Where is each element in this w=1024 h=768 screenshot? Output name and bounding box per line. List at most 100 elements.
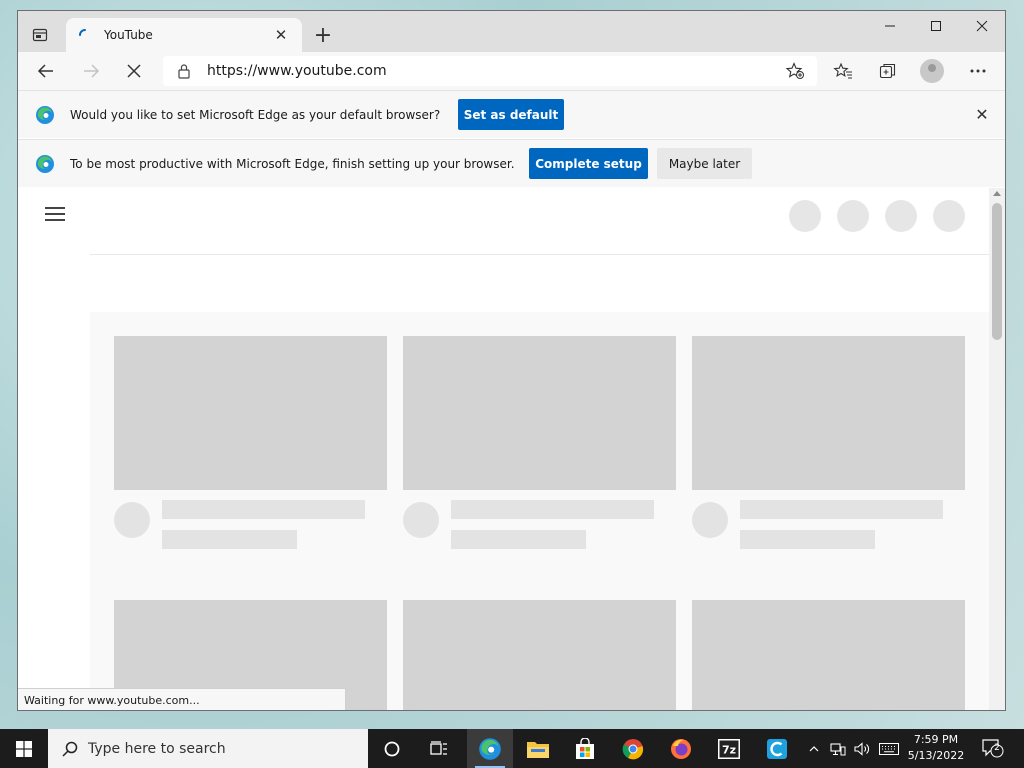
taskbar-search-box[interactable]: Type here to search (48, 729, 368, 768)
address-bar[interactable] (163, 56, 817, 86)
edge-browser-window: YouTube ✕ + https://www.youtube.com Woul… (17, 10, 1006, 711)
volume-button[interactable] (851, 729, 873, 768)
channel-avatar-placeholder (403, 502, 439, 538)
meta-line-placeholder (162, 530, 297, 549)
title-line-placeholder (740, 500, 943, 519)
infobar-close-icon[interactable]: ✕ (972, 105, 992, 125)
youtube-page (18, 188, 989, 710)
video-thumbnail-placeholder (403, 336, 676, 490)
more-dots-icon (970, 69, 986, 73)
minimize-button[interactable] (867, 11, 913, 41)
7zip-icon: 7z (718, 738, 740, 759)
maybe-later-button[interactable]: Maybe later (657, 148, 752, 179)
video-thumbnail-placeholder (114, 336, 387, 490)
video-grid (90, 312, 989, 710)
clock-time: 7:59 PM (913, 733, 959, 746)
clock-date: 5/13/2022 (907, 749, 965, 762)
minimize-icon (885, 25, 895, 27)
show-hidden-icons-button[interactable] (804, 729, 824, 768)
taskbar-7zip[interactable]: 7z (706, 729, 752, 768)
header-placeholder-circle (837, 200, 869, 232)
chrome-icon (622, 738, 644, 759)
youtube-header (18, 188, 989, 244)
search-placeholder: Type here to search (88, 740, 226, 757)
taskbar-ccleaner[interactable] (754, 729, 800, 768)
close-window-button[interactable] (959, 11, 1005, 41)
maximize-button[interactable] (913, 11, 959, 41)
chip-bar-placeholder (90, 254, 989, 313)
tab-title: YouTube (104, 28, 153, 42)
edge-logo-icon (36, 154, 54, 173)
title-bar: YouTube ✕ + (18, 11, 1005, 52)
taskbar-clock[interactable]: 7:59 PM 5/13/2022 (904, 732, 968, 764)
scroll-up-icon[interactable] (993, 191, 1001, 196)
video-thumbnail-placeholder (692, 600, 965, 710)
back-arrow-icon (37, 64, 53, 78)
status-bar: Waiting for www.youtube.com... (18, 688, 346, 710)
edge-icon (479, 737, 501, 760)
meta-line-placeholder (451, 530, 586, 549)
lock-icon (178, 64, 190, 79)
notification-icon (982, 739, 1004, 758)
star-add-icon (785, 62, 804, 79)
start-button[interactable] (0, 729, 48, 768)
complete-setup-button[interactable]: Complete setup (529, 148, 648, 179)
title-line-placeholder (451, 500, 654, 519)
network-icon (830, 742, 846, 755)
loading-spinner-icon (79, 29, 86, 36)
taskbar-microsoft-store[interactable] (562, 729, 608, 768)
profile-avatar[interactable] (920, 59, 944, 83)
keyboard-icon (879, 742, 899, 755)
windows-logo-icon (16, 740, 32, 757)
add-favorite-button[interactable] (780, 57, 810, 85)
volume-icon (854, 741, 869, 756)
settings-menu-button[interactable] (963, 57, 993, 85)
tab-close-icon[interactable]: ✕ (272, 26, 290, 44)
header-placeholder-circle (789, 200, 821, 232)
set-as-default-button[interactable]: Set as default (458, 99, 564, 130)
collections-icon (879, 63, 896, 79)
stop-loading-button[interactable] (119, 57, 149, 85)
folder-icon (527, 741, 549, 758)
tab-actions-button[interactable] (26, 21, 54, 49)
notification-count-badge: 2 (994, 743, 1000, 753)
video-thumbnail-placeholder (692, 336, 965, 490)
favorites-button[interactable] (828, 57, 858, 85)
menu-hamburger-icon[interactable] (45, 207, 65, 221)
favorites-list-icon (833, 62, 852, 79)
cortana-button[interactable] (369, 729, 415, 768)
page-scrollbar[interactable] (989, 188, 1005, 710)
channel-avatar-placeholder (692, 502, 728, 538)
setup-infobar: To be most productive with Microsoft Edg… (18, 139, 1005, 187)
taskbar-edge[interactable] (467, 729, 513, 768)
stop-icon (127, 64, 141, 78)
video-thumbnail-placeholder (403, 600, 676, 710)
edge-logo-icon (36, 105, 54, 124)
scrollbar-thumb[interactable] (992, 203, 1002, 340)
firefox-icon (671, 738, 691, 759)
action-center-button[interactable]: 2 (982, 738, 1004, 758)
tab-youtube[interactable]: YouTube ✕ (66, 18, 302, 52)
cortana-circle-icon (384, 741, 400, 756)
keyboard-button[interactable] (877, 729, 901, 768)
taskbar-file-explorer[interactable] (515, 729, 561, 768)
new-tab-button[interactable]: + (311, 23, 335, 48)
collections-button[interactable] (873, 57, 903, 85)
url-input[interactable] (205, 62, 769, 80)
forward-button[interactable] (76, 57, 106, 85)
taskbar-chrome[interactable] (610, 729, 656, 768)
default-browser-message: Would you like to set Microsoft Edge as … (70, 107, 441, 122)
svg-text:7z: 7z (722, 743, 736, 756)
default-browser-infobar: Would you like to set Microsoft Edge as … (18, 90, 1005, 138)
back-button[interactable] (31, 57, 61, 85)
taskbar-firefox[interactable] (658, 729, 704, 768)
header-placeholder-circle (885, 200, 917, 232)
network-button[interactable] (827, 729, 849, 768)
store-bag-icon (576, 737, 594, 759)
task-view-button[interactable] (416, 729, 462, 768)
search-icon (62, 741, 78, 757)
maximize-icon (931, 21, 941, 31)
navigation-toolbar (18, 52, 1005, 90)
forward-arrow-icon (84, 64, 100, 78)
chevron-up-icon (809, 745, 819, 751)
